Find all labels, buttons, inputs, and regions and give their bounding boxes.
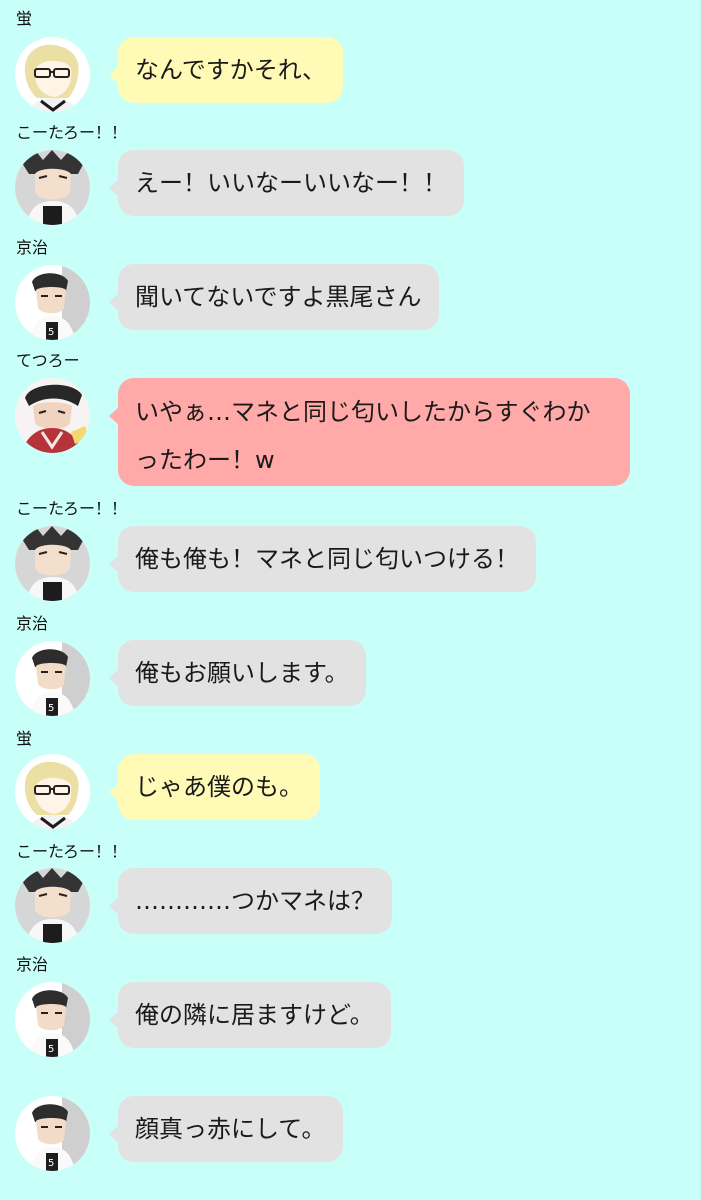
sender-name: こーたろー！！	[16, 499, 128, 518]
bokuto-avatar[interactable]	[15, 150, 90, 225]
bokuto-avatar-icon	[15, 526, 90, 601]
chat-thread: 蛍 なんですかそれ、 こーたろー！！ えー！いいなーいいなー！！ 京治 5 聞い…	[0, 0, 701, 1200]
sender-name: 蛍	[16, 9, 33, 28]
tsukishima-avatar[interactable]	[15, 754, 90, 829]
bokuto-avatar[interactable]	[15, 868, 90, 943]
akaashi-avatar-icon: 5	[15, 982, 90, 1057]
sender-name: てつろー	[16, 351, 80, 370]
sender-name: 京治	[16, 614, 49, 633]
sender-name: 京治	[16, 955, 49, 974]
svg-text:5: 5	[48, 1044, 54, 1055]
tsukishima-avatar[interactable]	[15, 37, 90, 112]
tsukishima-avatar-icon	[15, 37, 90, 112]
akaashi-avatar-icon: 5	[15, 641, 90, 716]
sender-name: 京治	[16, 238, 49, 257]
bokuto-avatar[interactable]	[15, 526, 90, 601]
message-bubble: えー！いいなーいいなー！！	[109, 150, 464, 216]
akaashi-avatar[interactable]: 5	[15, 982, 90, 1057]
akaashi-avatar[interactable]: 5	[15, 641, 90, 716]
message-bubble: 俺の隣に居ますけど。	[109, 982, 391, 1048]
message-bubble: 俺もお願いします。	[109, 640, 366, 706]
message-bubble: 顔真っ赤にして。	[109, 1096, 343, 1162]
svg-text:5: 5	[48, 1158, 54, 1169]
akaashi-avatar[interactable]: 5	[15, 265, 90, 340]
message-bubble: なんですかそれ、	[108, 37, 344, 103]
sender-name: 蛍	[16, 729, 33, 748]
message-bubble: …………つかマネは？	[109, 868, 392, 934]
akaashi-avatar-icon: 5	[15, 265, 90, 340]
message-bubble: 聞いてないですよ黒尾さん	[109, 264, 439, 330]
akaashi-avatar[interactable]: 5	[15, 1096, 90, 1171]
message-bubble: 俺も俺も！マネと同じ匂いつける！	[109, 526, 536, 592]
kuroo-avatar[interactable]	[15, 378, 90, 453]
bokuto-avatar-icon	[15, 868, 90, 943]
sender-name: こーたろー！！	[16, 842, 128, 861]
svg-text:5: 5	[48, 703, 54, 714]
bokuto-avatar-icon	[15, 150, 90, 225]
akaashi-avatar-icon: 5	[15, 1096, 90, 1171]
tsukishima-avatar-icon	[15, 754, 90, 829]
svg-text:5: 5	[48, 327, 54, 338]
kuroo-avatar-icon	[15, 378, 90, 453]
message-bubble: いやぁ…マネと同じ匂いしたからすぐわかったわー！w	[109, 378, 630, 486]
message-bubble: じゃあ僕のも。	[109, 754, 320, 820]
sender-name: こーたろー！！	[16, 123, 128, 142]
